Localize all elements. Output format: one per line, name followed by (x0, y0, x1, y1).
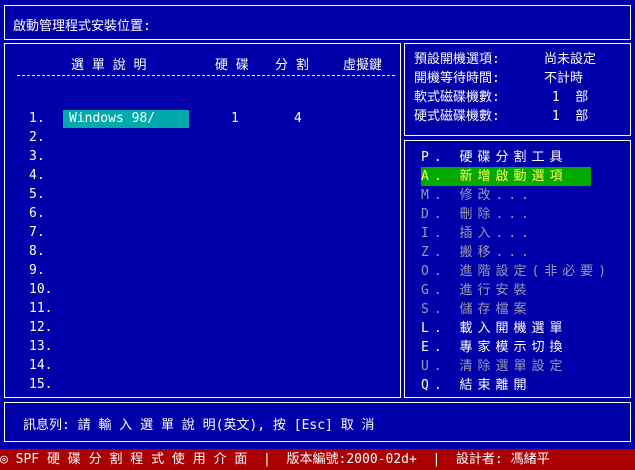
menu-item[interactable]: A. 新增啟動選項 (421, 167, 591, 186)
boot-entry-number: 3. (29, 149, 45, 164)
boot-entry-number: 5. (29, 187, 45, 202)
info-value: 尚未設定 (544, 52, 597, 67)
info-label: 硬式磁碟機數: (414, 109, 500, 124)
status-bar: ◎ SPF 硬 碟 分 割 程 式 使 用 介 面 | 版本編號:2000-02… (0, 449, 635, 470)
menu-item[interactable]: G. 進行安裝 (421, 281, 531, 300)
boot-entry-number: 8. (29, 244, 45, 259)
boot-entry-number: 4. (29, 168, 45, 183)
menu-item[interactable]: U. 清除選單設定 (421, 357, 567, 376)
header-disk: 硬 碟 (215, 58, 249, 73)
info-value: 1 部 (544, 90, 589, 105)
menu-item[interactable]: S. 儲存檔案 (421, 300, 531, 319)
boot-entry-partition: 4 (294, 111, 302, 126)
info-value: 不計時 (544, 71, 584, 86)
boot-entry-number: 9. (29, 263, 45, 278)
info-label: 開機等待時間: (414, 71, 500, 86)
boot-entry-number: 14. (29, 358, 53, 373)
info-row: 開機等待時間: 不計時 (414, 69, 583, 88)
menu-item[interactable]: Z. 搬移... (421, 243, 534, 262)
boot-entry-row[interactable]: 8. (29, 243, 63, 261)
boot-entry-number: 15. (29, 377, 53, 392)
menu-item[interactable]: M. 修改... (421, 186, 534, 205)
boot-entry-number: 11. (29, 301, 53, 316)
boot-entry-row[interactable]: 6. (29, 205, 63, 223)
info-row: 預設開機選項: 尚未設定 (414, 50, 596, 69)
menu-item[interactable]: Q. 結束離開 (421, 376, 531, 395)
boot-entry-row[interactable]: 5. (29, 186, 63, 204)
message-line: 訊息列: 請 輸 入 選 單 說 明(英文), 按 [Esc] 取 消 (23, 418, 375, 433)
info-row: 硬式磁碟機數: 1 部 (414, 107, 588, 126)
boot-entry-number: 2. (29, 130, 45, 145)
boot-entry-number: 10. (29, 282, 53, 297)
command-menu-panel: P. 硬碟分割工具 A. 新增啟動選項 M. 修改... D. 刪除... I. 插入.… (404, 140, 631, 398)
menu-item[interactable]: E. 專家模示切換 (421, 338, 567, 357)
boot-entry-row[interactable]: 7. (29, 224, 63, 242)
boot-info-panel: 預設開機選項: 尚未設定 開機等待時間: 不計時 軟式磁碟機數: 1 部硬式磁碟機數: … (404, 43, 631, 136)
boot-entry-row[interactable]: 3. (29, 148, 63, 166)
boot-entry-disk: 1 (231, 111, 239, 126)
install-location-label: 啟動管理程式安裝位置: (13, 19, 151, 34)
menu-item[interactable]: P. 硬碟分割工具 (421, 148, 567, 167)
boot-entry-row[interactable]: 10. (29, 281, 63, 299)
boot-entry-row[interactable]: 2. (29, 129, 63, 147)
boot-entry-row[interactable]: 1. Windows 98/1 4 (29, 110, 302, 128)
boot-entry-row[interactable]: 11. (29, 300, 63, 318)
info-row: 軟式磁碟機數: 1 部 (414, 88, 588, 107)
info-label: 預設開機選項: (414, 52, 500, 67)
boot-entry-number: 12. (29, 320, 53, 335)
menu-item[interactable]: L. 載入開機選單 (421, 319, 567, 338)
header-hotkey: 虛擬鍵 (343, 58, 383, 73)
boot-entry-number: 7. (29, 225, 45, 240)
boot-entry-row[interactable]: 13. (29, 338, 63, 356)
info-value: 1 部 (544, 109, 589, 124)
boot-entry-number: 1. (29, 111, 45, 126)
boot-entry-number: 6. (29, 206, 45, 221)
message-panel: 訊息列: 請 輸 入 選 單 說 明(英文), 按 [Esc] 取 消 (4, 402, 631, 442)
boot-entry-row[interactable]: 12. (29, 319, 63, 337)
info-label: 軟式磁碟機數: (414, 90, 500, 105)
header-partition: 分 割 (275, 58, 309, 73)
boot-entry-row[interactable]: 15. (29, 376, 63, 394)
menu-item[interactable]: O. 進階設定(非必要) (421, 262, 611, 281)
boot-entry-name-field[interactable]: Windows 98/ (63, 110, 189, 128)
boot-entry-row[interactable]: 9. (29, 262, 63, 280)
title-panel: 啟動管理程式安裝位置: (4, 5, 631, 40)
header-divider (17, 75, 395, 76)
boot-entry-row[interactable]: 14. (29, 357, 63, 375)
menu-item[interactable]: I. 插入... (421, 224, 534, 243)
boot-entry-number: 13. (29, 339, 53, 354)
boot-entry-row[interactable]: 4. (29, 167, 63, 185)
header-menu-description: 選 單 說 明 (71, 58, 147, 73)
boot-menu-list-panel: 選 單 說 明 硬 碟 分 割 虛擬鍵 1. Windows 98/1 4 2. 3. 4… (4, 43, 401, 398)
menu-item[interactable]: D. 刪除... (421, 205, 534, 224)
